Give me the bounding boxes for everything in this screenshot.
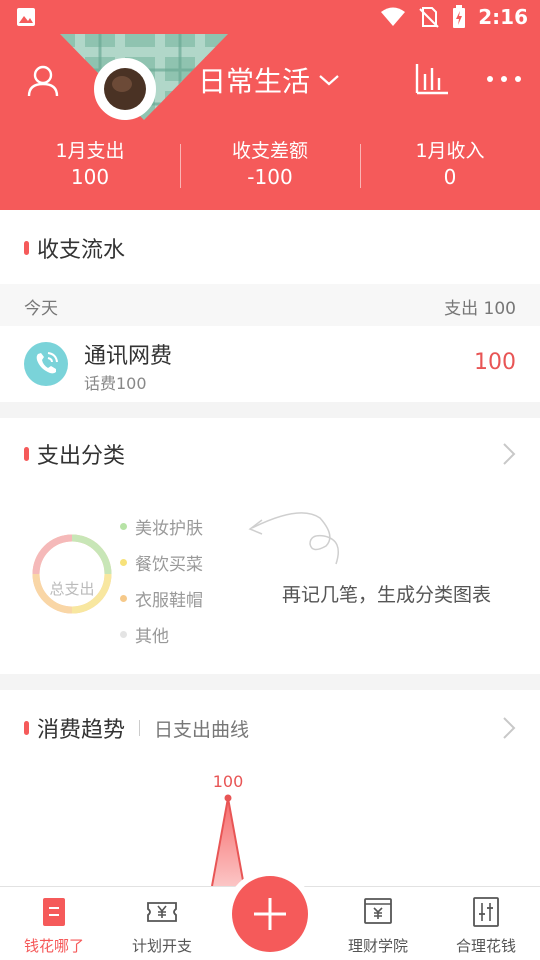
phone-icon [36,352,58,374]
legend-label: 美妆护肤 [135,518,203,539]
stat-value: -100 [247,165,293,189]
coffee-avatar-icon [98,62,152,116]
more-icon[interactable] [486,74,522,84]
legend-item: 餐饮买菜 [120,544,203,580]
donut-label: 总支出 [49,580,95,598]
legend-dot [120,630,127,638]
stat-label: 1月收入 [415,140,485,162]
trend-point [224,794,232,802]
header: 日常生活 1月支出 100 收支差额 -100 1月收入 0 [0,34,540,210]
category-legend: 美妆护肤 餐饮买菜 衣服鞋帽 其他 [120,508,203,652]
plus-icon [254,898,286,930]
legend-item: 其他 [120,616,203,652]
stat-label: 收支差额 [231,140,308,162]
tab-plan[interactable]: 计划开支 [108,887,216,960]
stat-label: 1月支出 [55,140,125,162]
category-title-text: 支出分类 [37,444,126,469]
legend-dot [120,594,127,602]
transaction-category-icon [24,342,68,386]
section-marker [24,241,29,255]
transaction-note: 话费100 [84,374,147,393]
title-separator [139,720,141,736]
clock: 2:16 [478,5,528,29]
trend-chart [211,794,245,886]
legend-item: 美妆护肤 [120,508,203,544]
status-icons: 2:16 [380,4,528,30]
tab-label: 理财学院 [347,937,408,955]
flow-section: 收支流水 [0,210,540,284]
flow-title: 收支流水 [24,230,125,266]
user-icon[interactable] [26,64,60,98]
transaction-row[interactable]: 通讯网费 话费100 100 [0,326,540,402]
app-root: 2:16 日常生活 1月支出 100 收支差额 -100 1月收入 0 收支流水… [0,0,540,960]
category-hint: 再记几笔，生成分类图表 [282,584,492,606]
chevron-right-icon[interactable] [502,716,516,740]
add-record-button[interactable] [232,876,308,952]
gallery-notification-icon [17,8,35,26]
bar-chart-icon[interactable] [414,62,450,96]
trend-title-text: 消费趋势 [37,718,126,743]
status-bar: 2:16 [0,0,540,34]
legend-item: 衣服鞋帽 [120,580,203,616]
tab-label: 钱花哪了 [23,937,84,955]
chevron-right-icon[interactable] [502,442,516,466]
ticket-yuan-icon [147,902,177,922]
ledger-icon [43,898,65,926]
transaction-name: 通讯网费 [84,344,173,369]
legend-label: 餐饮买菜 [135,554,203,575]
day-summary: 支出 100 [444,299,516,319]
stat-value: 0 [443,165,457,189]
legend-dot [120,558,127,566]
trend-title: 消费趋势 日支出曲线 [24,710,249,746]
book-selector[interactable]: 日常生活 [198,60,340,100]
book-title: 日常生活 [198,65,311,98]
battery-charging-icon [453,5,466,28]
month-stats: 1月支出 100 收支差额 -100 1月收入 0 [0,138,540,194]
tab-label: 计划开支 [131,937,192,955]
hint-arrow-icon [248,512,339,565]
tab-label: 合理花钱 [455,937,516,955]
yuan-book-icon [364,898,392,924]
transaction-amount: 100 [474,350,516,375]
trend-area [212,798,244,886]
day-header: 今天 支出 100 [0,284,540,326]
category-title: 支出分类 [24,436,125,472]
category-donut [32,534,112,614]
legend-label: 其他 [135,626,169,647]
section-marker [24,721,29,735]
stat-expense[interactable]: 1月支出 100 [0,138,180,194]
wifi-icon [381,7,406,26]
stat-balance[interactable]: 收支差额 -100 [180,138,360,194]
chevron-down-icon [319,75,339,86]
stat-income[interactable]: 1月收入 0 [360,138,540,194]
stat-value: 100 [70,165,110,189]
section-marker [24,447,29,461]
tab-spending[interactable]: 钱花哪了 [0,887,108,960]
tab-finance-academy[interactable]: 理财学院 [324,887,432,960]
tab-smart-spending[interactable]: 合理花钱 [432,887,540,960]
legend-label: 衣服鞋帽 [135,590,203,611]
sliders-icon [473,897,499,927]
stat-divider [360,144,361,188]
trend-subtitle: 日支出曲线 [154,718,250,741]
book-avatar[interactable] [94,58,156,120]
legend-dot [120,522,127,530]
day-label: 今天 [24,299,58,319]
no-sim-icon [419,7,439,28]
flow-title-text: 收支流水 [37,238,126,263]
stat-divider [180,144,181,188]
